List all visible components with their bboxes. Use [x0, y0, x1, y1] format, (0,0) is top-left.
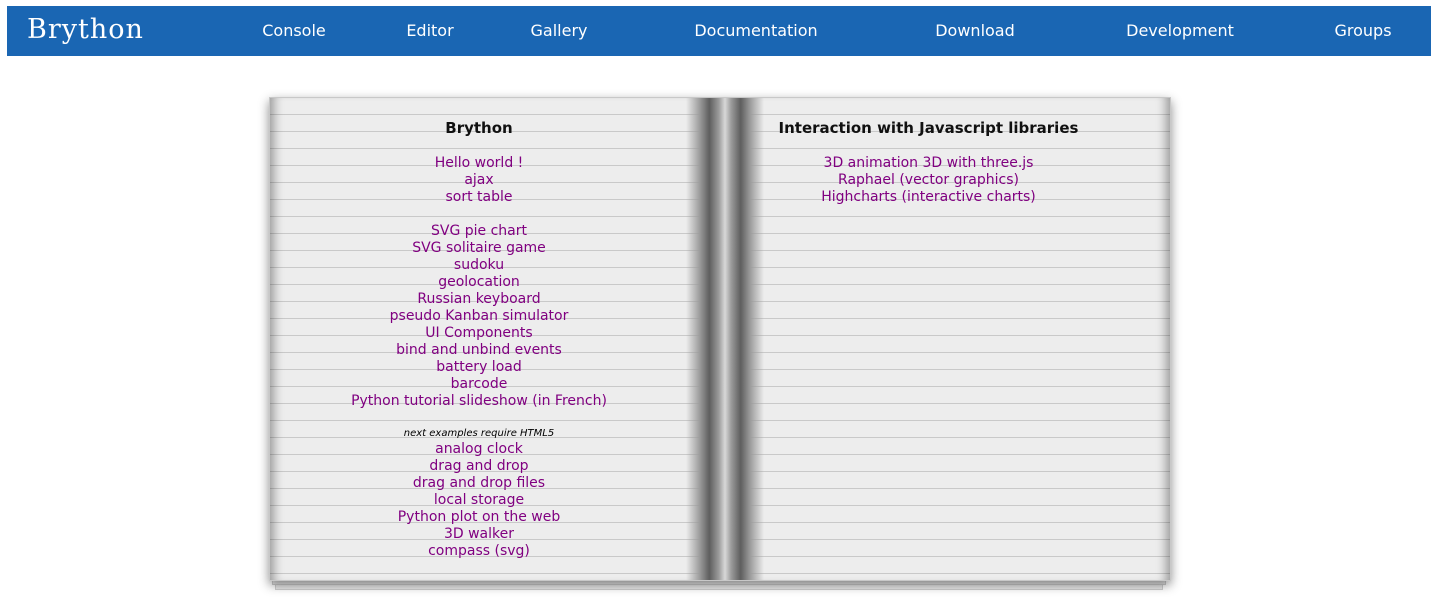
example-link[interactable]: compass (svg)	[270, 543, 688, 560]
brython-logo[interactable]: Brython	[27, 12, 144, 48]
example-link[interactable]: barcode	[270, 376, 688, 393]
example-link[interactable]: Python tutorial slideshow (in French)	[270, 393, 688, 410]
example-link[interactable]: Russian keyboard	[270, 291, 688, 308]
example-link[interactable]: drag and drop files	[270, 475, 688, 492]
nav-development[interactable]: Development	[1126, 6, 1234, 56]
example-link[interactable]: sudoku	[270, 257, 688, 274]
book-spine	[686, 98, 764, 580]
example-link[interactable]: 3D walker	[270, 526, 688, 543]
nav-documentation[interactable]: Documentation	[694, 6, 817, 56]
example-link[interactable]: drag and drop	[270, 458, 688, 475]
example-link[interactable]: geolocation	[270, 274, 688, 291]
nav-download[interactable]: Download	[935, 6, 1015, 56]
book-pages: Brython Hello world ! ajax sort table SV…	[269, 97, 1171, 581]
example-link[interactable]: Hello world !	[270, 155, 688, 172]
example-link[interactable]: Python plot on the web	[270, 509, 688, 526]
library-link[interactable]: 3D animation 3D with three.js	[762, 155, 1095, 172]
library-link[interactable]: Highcharts (interactive charts)	[762, 189, 1095, 206]
example-link[interactable]: ajax	[270, 172, 688, 189]
example-link[interactable]: analog clock	[270, 441, 688, 458]
example-link[interactable]: SVG pie chart	[270, 223, 688, 240]
example-link[interactable]: SVG solitaire game	[270, 240, 688, 257]
example-link[interactable]: sort table	[270, 189, 688, 206]
example-link[interactable]: local storage	[270, 492, 688, 509]
nav-editor[interactable]: Editor	[406, 6, 453, 56]
column-title-brython: Brython	[445, 119, 513, 137]
nav-groups[interactable]: Groups	[1334, 6, 1391, 56]
column-title-js-libraries: Interaction with Javascript libraries	[778, 119, 1079, 137]
library-link[interactable]: Raphael (vector graphics)	[762, 172, 1095, 189]
gallery-book: Brython Hello world ! ajax sort table SV…	[269, 97, 1171, 590]
example-link[interactable]: battery load	[270, 359, 688, 376]
nav-gallery[interactable]: Gallery	[531, 6, 588, 56]
example-link[interactable]: bind and unbind events	[270, 342, 688, 359]
nav-console[interactable]: Console	[262, 6, 326, 56]
example-link[interactable]: pseudo Kanban simulator	[270, 308, 688, 325]
example-link[interactable]: UI Components	[270, 325, 688, 342]
top-navbar: Brython Console Editor Gallery Documenta…	[7, 6, 1431, 56]
html5-note: next examples require HTML5	[403, 428, 555, 439]
